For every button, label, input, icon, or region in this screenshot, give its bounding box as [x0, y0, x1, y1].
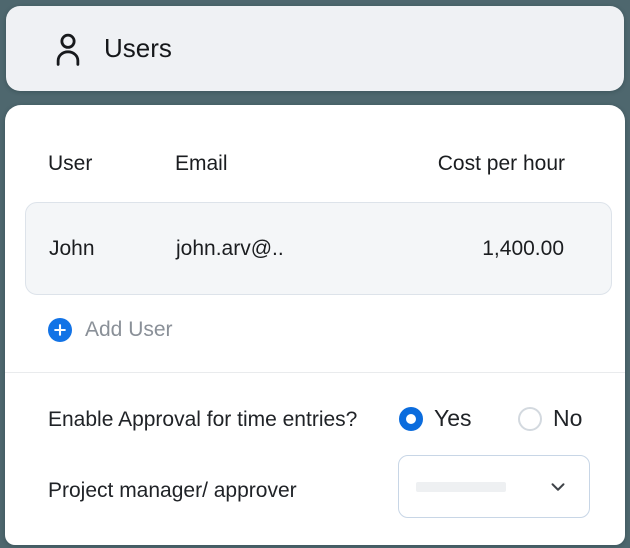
user-icon — [52, 30, 84, 68]
table-header-row: User Email Cost per hour — [5, 149, 625, 179]
chevron-down-icon — [547, 476, 569, 498]
radio-yes-label: Yes — [434, 405, 472, 432]
users-section-header[interactable]: Users — [6, 6, 624, 91]
column-header-user: User — [48, 152, 175, 176]
table-row[interactable]: John john.arv@.. 1,400.00 — [25, 202, 612, 295]
add-user-button[interactable]: Add User — [48, 317, 173, 343]
add-user-label: Add User — [85, 318, 173, 342]
approver-select[interactable] — [398, 455, 590, 518]
radio-option-no[interactable]: No — [518, 405, 582, 432]
radio-unselected-icon[interactable] — [518, 407, 542, 431]
app: Users User Email Cost per hour John john… — [0, 0, 630, 548]
column-header-email: Email — [175, 152, 438, 176]
radio-option-yes[interactable]: Yes — [399, 405, 472, 432]
approval-question: Enable Approval for time entries? — [48, 408, 357, 432]
users-panel: User Email Cost per hour John john.arv@.… — [5, 105, 625, 545]
cell-email: john.arv@.. — [176, 237, 482, 261]
radio-selected-icon[interactable] — [399, 407, 423, 431]
section-title: Users — [104, 33, 172, 64]
radio-no-label: No — [553, 405, 582, 432]
section-divider — [5, 372, 625, 373]
placeholder-skeleton — [416, 482, 506, 492]
plus-icon — [48, 318, 72, 342]
column-header-cost: Cost per hour — [438, 152, 565, 176]
cell-user: John — [49, 237, 176, 261]
cell-cost: 1,400.00 — [482, 237, 564, 261]
approver-label: Project manager/ approver — [48, 479, 297, 503]
